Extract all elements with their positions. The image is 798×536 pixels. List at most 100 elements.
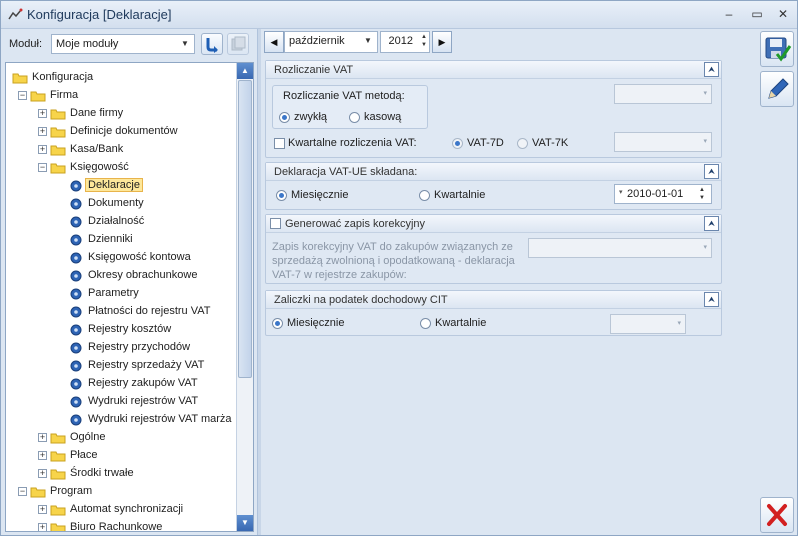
tree-item-label: Środki trwałe: [70, 467, 134, 479]
collapse-icon[interactable]: ⮝: [704, 292, 719, 307]
vat-ue-monthly-radio[interactable]: [276, 190, 287, 201]
gear-icon: [70, 216, 82, 228]
tree-item-label: Dane firmy: [70, 107, 124, 119]
tree-item[interactable]: Dokumenty: [6, 195, 236, 213]
copy-icon: [231, 36, 246, 51]
tree-item[interactable]: Wydruki rejestrów VAT: [6, 393, 236, 411]
tree-item[interactable]: − Program: [6, 483, 236, 501]
vat-method-normal-radio[interactable]: [279, 112, 290, 123]
vat7k-label[interactable]: VAT-7K: [532, 137, 568, 149]
module-select-value: Moje moduły: [56, 38, 119, 50]
vat-method-cash-radio[interactable]: [349, 112, 360, 123]
window-title: Konfiguracja [Deklaracje]: [27, 7, 172, 22]
quarterly-date-select[interactable]: ▾: [614, 132, 712, 152]
next-period-button[interactable]: ▶: [432, 31, 452, 53]
collapse-icon[interactable]: −: [18, 91, 27, 100]
config-tree[interactable]: Konfiguracja − Firma + Dane firmy + Definicje …: [5, 62, 254, 532]
quarterly-vat-checkbox[interactable]: [274, 138, 285, 149]
collapse-icon[interactable]: ⮝: [704, 216, 719, 231]
tree-item-label: Konfiguracja: [32, 71, 94, 83]
prev-period-button[interactable]: ◀: [264, 31, 284, 53]
expand-icon[interactable]: +: [38, 127, 47, 136]
collapse-icon[interactable]: ⮝: [704, 164, 719, 179]
collapse-icon[interactable]: −: [18, 487, 27, 496]
tree-item[interactable]: Okresy obrachunkowe: [6, 267, 236, 285]
tree-item-label: Wydruki rejestrów VAT marża: [88, 413, 232, 425]
tree-item[interactable]: Księgowość kontowa: [6, 249, 236, 267]
month-select[interactable]: październik ▼: [284, 31, 378, 53]
vat-method-date-select[interactable]: ▾: [614, 84, 712, 104]
tree-item[interactable]: Płatności do rejestru VAT: [6, 303, 236, 321]
tree-item[interactable]: + Dane firmy: [6, 105, 236, 123]
vat-method-cash-label[interactable]: kasową: [364, 111, 401, 123]
tree-item[interactable]: + Płace: [6, 447, 236, 465]
edit-button[interactable]: [760, 71, 794, 107]
tree-scrollbar[interactable]: ▲ ▼: [236, 63, 253, 531]
expand-icon[interactable]: +: [38, 505, 47, 514]
tree-item[interactable]: Dzienniki: [6, 231, 236, 249]
vat-ue-quarterly-radio[interactable]: [419, 190, 430, 201]
maximize-button[interactable]: ▭: [747, 5, 767, 23]
close-window-button[interactable]: ✕: [773, 5, 793, 23]
section-title[interactable]: Generować zapis korekcyjny: [285, 218, 425, 230]
cit-monthly-label[interactable]: Miesięcznie: [287, 317, 344, 329]
tree-item[interactable]: + Środki trwałe: [6, 465, 236, 483]
save-button[interactable]: [760, 31, 794, 67]
refresh-button[interactable]: [201, 33, 223, 55]
scroll-down-button[interactable]: ▼: [237, 515, 253, 531]
vat7d-label[interactable]: VAT-7D: [467, 137, 504, 149]
tree-item[interactable]: + Biuro Rachunkowe: [6, 519, 236, 531]
collapse-icon[interactable]: ⮝: [704, 62, 719, 77]
cit-quarterly-radio[interactable]: [420, 318, 431, 329]
minimize-button[interactable]: –: [719, 5, 739, 23]
tree-item[interactable]: Wydruki rejestrów VAT marża: [6, 411, 236, 429]
vat-ue-date-input[interactable]: ▾ 2010-01-01 ▲ ▼: [614, 184, 712, 204]
tree-item-label: Firma: [50, 89, 79, 101]
tree-item-label: Kasa/Bank: [70, 143, 124, 155]
cit-date-select[interactable]: ▾: [610, 314, 686, 334]
module-select[interactable]: Moje moduły ▼: [51, 34, 195, 54]
correction-select[interactable]: ▾: [528, 238, 712, 258]
collapse-icon[interactable]: −: [38, 163, 47, 172]
tree-item[interactable]: + Automat synchronizacji: [6, 501, 236, 519]
expand-icon[interactable]: +: [38, 469, 47, 478]
expand-icon[interactable]: +: [38, 451, 47, 460]
vat-method-normal-label[interactable]: zwykłą: [294, 111, 327, 123]
expand-icon[interactable]: +: [38, 523, 47, 531]
quarterly-vat-label[interactable]: Kwartalne rozliczenia VAT:: [288, 137, 417, 149]
panel-splitter[interactable]: [257, 29, 261, 535]
gear-icon: [70, 180, 82, 192]
tree-item[interactable]: Parametry: [6, 285, 236, 303]
copy-button[interactable]: [227, 33, 249, 55]
cit-monthly-radio[interactable]: [272, 318, 283, 329]
tree-item[interactable]: Konfiguracja: [6, 69, 236, 87]
tree-item-label: Dzienniki: [88, 233, 133, 245]
tree-item[interactable]: − Księgowość: [6, 159, 236, 177]
expand-icon[interactable]: +: [38, 433, 47, 442]
tree-item[interactable]: − Firma: [6, 87, 236, 105]
tree-item[interactable]: Rejestry zakupów VAT: [6, 375, 236, 393]
scroll-up-button[interactable]: ▲: [237, 63, 253, 79]
cancel-button[interactable]: [760, 497, 794, 533]
expand-icon[interactable]: +: [38, 145, 47, 154]
tree-item[interactable]: + Ogólne: [6, 429, 236, 447]
tree-item[interactable]: Rejestry sprzedaży VAT: [6, 357, 236, 375]
tree-item[interactable]: Deklaracje: [6, 177, 236, 195]
year-spinner[interactable]: 2012 ▲ ▼: [380, 31, 430, 53]
cit-quarterly-label[interactable]: Kwartalnie: [435, 317, 486, 329]
app-icon: [8, 8, 23, 20]
tree-item[interactable]: + Kasa/Bank: [6, 141, 236, 159]
folder-icon: [50, 451, 66, 462]
tree-item[interactable]: Rejestry przychodów: [6, 339, 236, 357]
vat-ue-quarterly-label[interactable]: Kwartalnie: [434, 189, 485, 201]
scroll-thumb[interactable]: [238, 80, 252, 378]
vat-ue-monthly-label[interactable]: Miesięcznie: [291, 189, 348, 201]
tree-item[interactable]: Rejestry kosztów: [6, 321, 236, 339]
expand-icon[interactable]: +: [38, 109, 47, 118]
vat7d-radio[interactable]: [452, 138, 463, 149]
tree-item[interactable]: Działalność: [6, 213, 236, 231]
correction-checkbox[interactable]: [270, 218, 281, 229]
tree-item[interactable]: + Definicje dokumentów: [6, 123, 236, 141]
tree-item-label: Rejestry sprzedaży VAT: [88, 359, 205, 371]
vat7k-radio[interactable]: [517, 138, 528, 149]
